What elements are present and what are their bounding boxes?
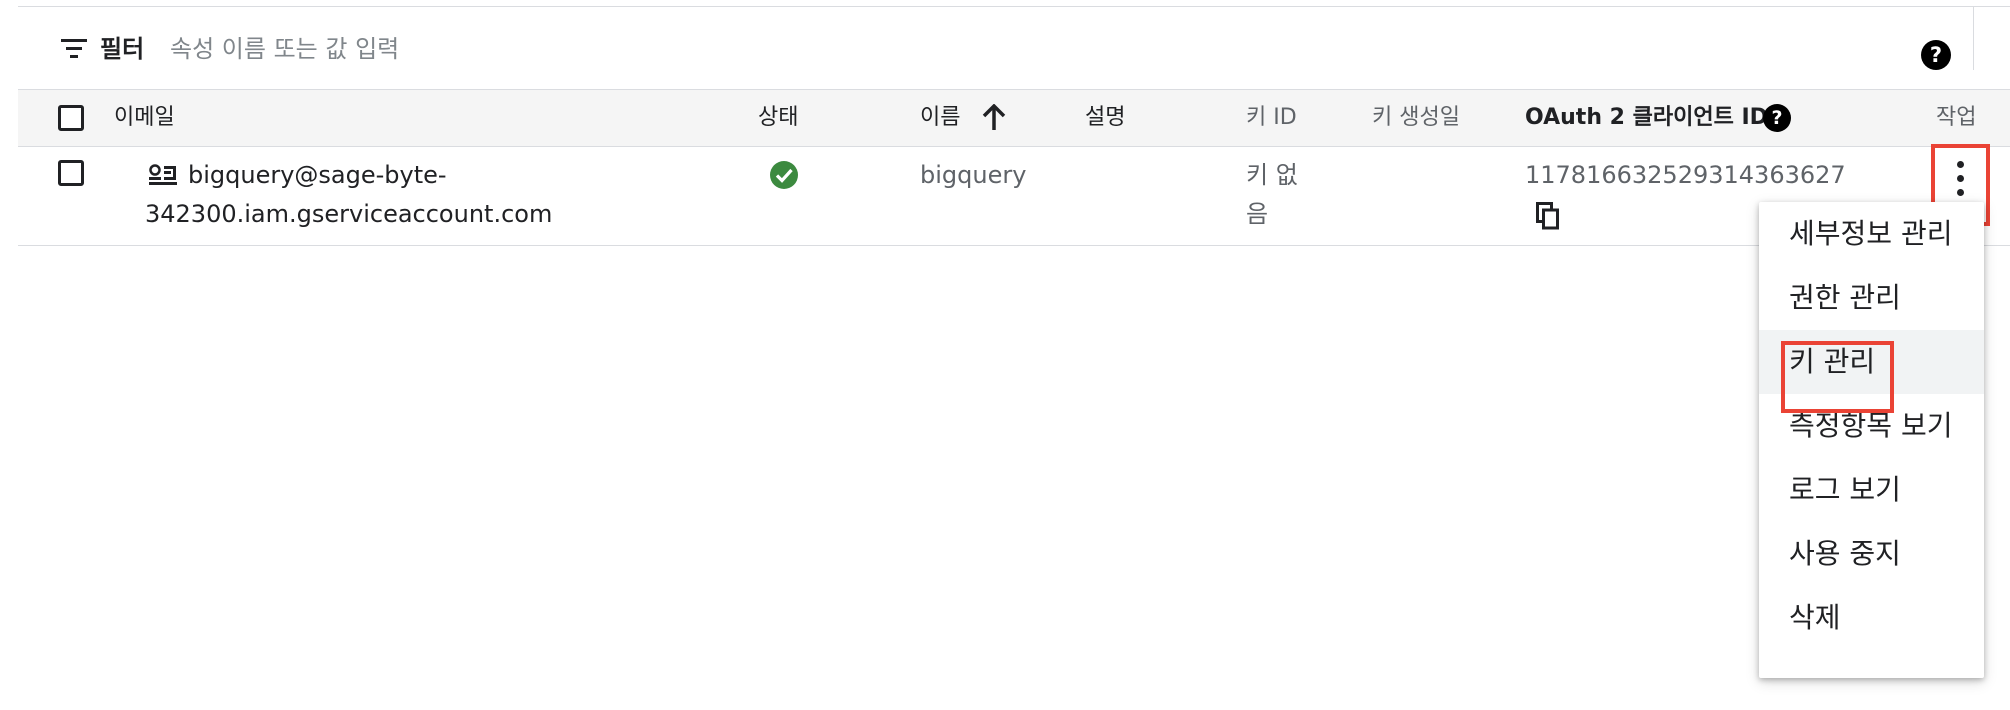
column-header-key-created[interactable]: 키 생성일 [1372, 90, 1460, 146]
help-icon[interactable]: ? [1921, 40, 1951, 70]
table-header: 이메일 상태 이름 설명 키 ID 키 생성일 OAuth 2 클라이언트 ID… [18, 89, 2010, 147]
menu-item-manage-details[interactable]: 세부정보 관리 [1759, 202, 1984, 266]
email-line-2[interactable]: 342300.iam.gserviceaccount.com [145, 195, 552, 234]
filter-list-icon[interactable] [59, 35, 89, 61]
select-all-checkbox[interactable] [58, 105, 84, 131]
column-header-oauth-client-id[interactable]: OAuth 2 클라이언트 ID [1525, 90, 1768, 146]
column-header-email[interactable]: 이메일 [114, 90, 175, 146]
column-header-name[interactable]: 이름 [920, 90, 960, 146]
help-icon[interactable]: ? [1763, 104, 1791, 132]
filter-input[interactable] [170, 31, 1870, 67]
column-header-status[interactable]: 상태 [758, 90, 798, 146]
action-menu: 세부정보 관리 권한 관리 키 관리 측정항목 보기 로그 보기 사용 중지 삭… [1759, 202, 1984, 678]
key-id-line-1: 키 없 [1246, 161, 1298, 189]
key-id-line-2: 음 [1246, 200, 1269, 228]
check-circle-icon [770, 161, 798, 189]
service-account-icon [149, 164, 177, 185]
name-cell: bigquery [920, 161, 1027, 189]
row-checkbox[interactable] [58, 160, 84, 186]
column-header-key-id[interactable]: 키 ID [1246, 90, 1297, 146]
menu-item-manage-permissions[interactable]: 권한 관리 [1759, 266, 1984, 330]
filter-label[interactable]: 필터 [100, 35, 144, 63]
oauth-client-id-cell: 117816632529314363627 [1525, 161, 1846, 189]
table-row: bigquery@sage-byte- 342300.iam.gservicea… [18, 147, 2010, 246]
manage-keys-highlight [1781, 341, 1894, 413]
copy-icon[interactable] [1536, 202, 1560, 230]
column-header-name-label: 이름 [920, 105, 961, 130]
column-header-description[interactable]: 설명 [1085, 90, 1125, 146]
column-header-actions: 작업 [1936, 105, 1977, 130]
arrow-upward-icon[interactable] [981, 104, 1007, 132]
menu-item-view-logs[interactable]: 로그 보기 [1759, 458, 1984, 522]
filter-bar: 필터 ? [18, 7, 2010, 89]
menu-item-delete[interactable]: 삭제 [1759, 586, 1984, 650]
menu-item-disable[interactable]: 사용 중지 [1759, 522, 1984, 586]
email-line-1[interactable]: bigquery@sage-byte- [188, 156, 447, 195]
